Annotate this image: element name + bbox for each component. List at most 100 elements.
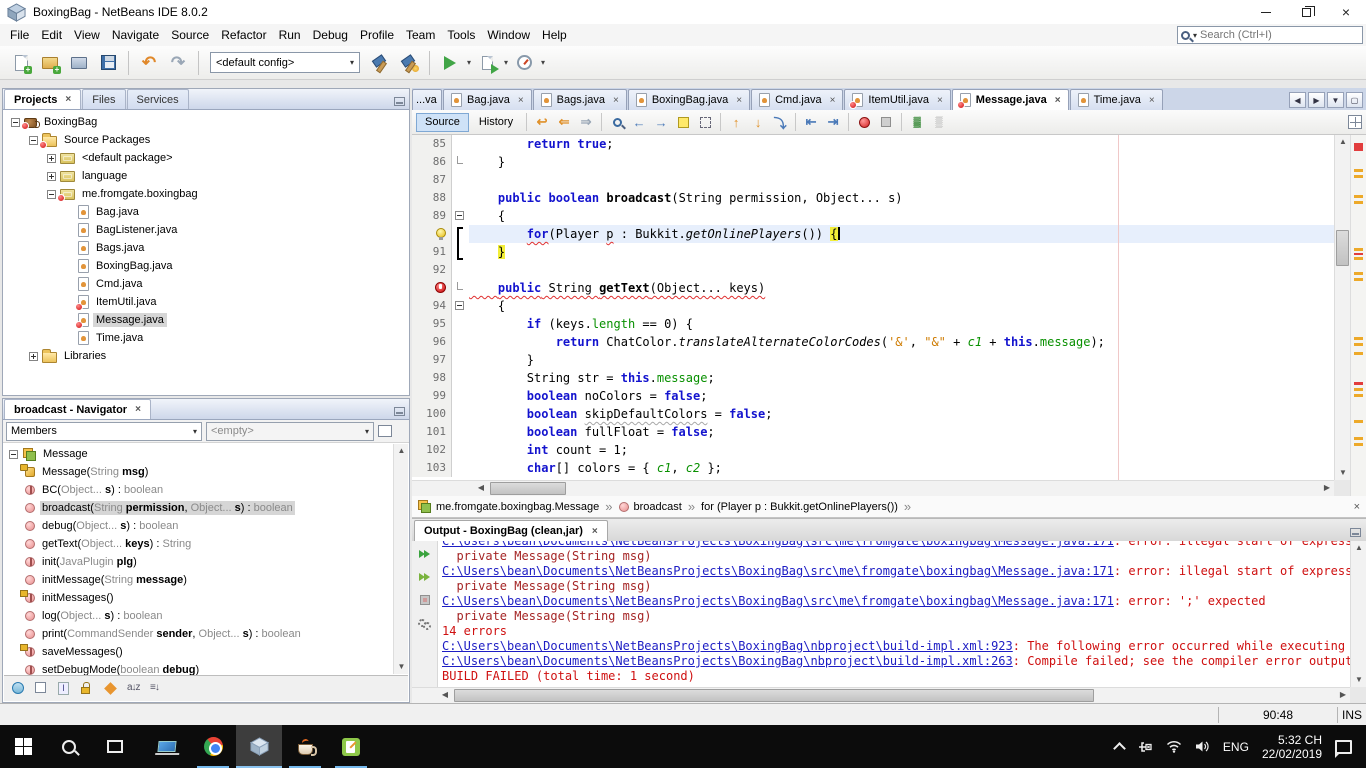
rerun-build-icon[interactable] bbox=[416, 546, 434, 562]
menu-view[interactable]: View bbox=[68, 25, 106, 45]
menu-navigate[interactable]: Navigate bbox=[106, 25, 165, 45]
expand-icon[interactable] bbox=[47, 172, 56, 181]
line-number[interactable]: 100 bbox=[412, 405, 452, 423]
error-stripe-mark[interactable] bbox=[1354, 257, 1363, 260]
tab-files[interactable]: Files bbox=[82, 89, 125, 109]
line-number[interactable]: 91 bbox=[412, 243, 452, 261]
undo-button[interactable]: ↶ bbox=[136, 50, 162, 76]
tree-item[interactable]: BoxingBag bbox=[3, 113, 409, 131]
code-text[interactable]: boolean skipDefaultColors = false; bbox=[469, 405, 1334, 423]
fold-column[interactable] bbox=[452, 171, 469, 189]
comment-icon[interactable]: ▓ bbox=[907, 112, 927, 132]
output-hscrollbar[interactable]: ◀ ▶ bbox=[412, 687, 1350, 703]
editor-tab-bagsjava[interactable]: Bags.java× bbox=[533, 89, 627, 110]
fold-column[interactable] bbox=[452, 207, 469, 225]
tab-projects[interactable]: Projects× bbox=[4, 89, 81, 109]
code-text[interactable]: char[] colors = { c1, c2 }; bbox=[469, 459, 1334, 477]
output-link[interactable]: C:\Users\bean\Documents\NetBeansProjects… bbox=[442, 564, 1114, 578]
error-stripe-mark[interactable] bbox=[1354, 248, 1363, 251]
filter-select[interactable]: <empty> ▾ bbox=[206, 422, 374, 441]
menu-profile[interactable]: Profile bbox=[354, 25, 400, 45]
error-stripe-mark[interactable] bbox=[1354, 420, 1363, 423]
line-number[interactable]: 88 bbox=[412, 189, 452, 207]
breadcrumb-item[interactable]: broadcast bbox=[619, 501, 682, 513]
error-stripe-mark[interactable] bbox=[1354, 195, 1363, 198]
error-stripe-mark[interactable] bbox=[1354, 272, 1363, 275]
minimize-panel-icon[interactable] bbox=[394, 97, 405, 106]
open-navigator-window-icon[interactable] bbox=[378, 425, 393, 438]
shift-left-icon[interactable]: ⇤ bbox=[801, 112, 821, 132]
menu-tools[interactable]: Tools bbox=[441, 25, 481, 45]
error-stripe-mark[interactable] bbox=[1354, 253, 1363, 255]
usb-icon[interactable] bbox=[1137, 740, 1153, 754]
fold-column[interactable] bbox=[452, 369, 469, 387]
code-text[interactable]: boolean noColors = false; bbox=[469, 387, 1334, 405]
task-view-button[interactable] bbox=[92, 725, 138, 768]
fold-column[interactable] bbox=[452, 189, 469, 207]
tree-item[interactable]: Cmd.java bbox=[3, 275, 409, 293]
scroll-tabs-left-icon[interactable]: ◀ bbox=[1289, 92, 1306, 108]
scroll-right-icon[interactable]: ▶ bbox=[1336, 688, 1350, 702]
fold-column[interactable] bbox=[452, 351, 469, 369]
close-icon[interactable]: × bbox=[613, 95, 619, 106]
error-stripe-mark[interactable] bbox=[1354, 143, 1363, 151]
editor-tab-va[interactable]: ...va bbox=[412, 89, 442, 110]
code-text[interactable]: return ChatColor.translateAlternateColor… bbox=[469, 333, 1334, 351]
rectangular-selection-icon[interactable] bbox=[695, 112, 715, 132]
output-link[interactable]: C:\Users\bean\Documents\NetBeansProjects… bbox=[442, 639, 1013, 653]
code-text[interactable] bbox=[469, 171, 1334, 189]
navigator-item[interactable]: BC(Object... s) : boolean bbox=[3, 481, 409, 499]
java-app-button[interactable] bbox=[282, 725, 328, 768]
action-center-icon[interactable] bbox=[1335, 740, 1352, 754]
language-indicator[interactable]: ENG bbox=[1223, 740, 1249, 754]
close-icon[interactable]: × bbox=[1354, 501, 1360, 513]
quick-search[interactable]: ▾ bbox=[1177, 26, 1363, 44]
rerun-with-args-icon[interactable] bbox=[416, 569, 434, 585]
scrollbar-thumb[interactable] bbox=[490, 482, 566, 495]
collapse-icon[interactable] bbox=[29, 136, 38, 145]
tab-list-dropdown-icon[interactable]: ▼ bbox=[1327, 92, 1344, 108]
forward-icon[interactable]: ⇒ bbox=[576, 112, 596, 132]
menu-file[interactable]: File bbox=[4, 25, 35, 45]
editor-tab-itemutiljava[interactable]: ItemUtil.java× bbox=[844, 89, 950, 110]
uncomment-icon[interactable]: ▒ bbox=[929, 112, 949, 132]
close-icon[interactable]: × bbox=[65, 94, 71, 105]
taskbar-clock[interactable]: 5:32 CH 22/02/2019 bbox=[1262, 733, 1322, 761]
line-number[interactable]: 85 bbox=[412, 135, 452, 153]
line-number[interactable]: 96 bbox=[412, 333, 452, 351]
find-selection-icon[interactable] bbox=[607, 112, 627, 132]
navigator-item[interactable]: initMessage(String message) bbox=[3, 571, 409, 589]
previous-bookmark-icon[interactable]: ↑ bbox=[726, 112, 746, 132]
next-bookmark-icon[interactable]: ↓ bbox=[748, 112, 768, 132]
navigator-scrollbar[interactable]: ▲ ▼ bbox=[393, 444, 408, 674]
error-stripe-mark[interactable] bbox=[1354, 352, 1363, 355]
collapse-icon[interactable] bbox=[11, 118, 20, 127]
start-macro-recording-icon[interactable] bbox=[854, 112, 874, 132]
close-icon[interactable]: × bbox=[830, 95, 836, 106]
navigator-item[interactable]: debug(Object... s) : boolean bbox=[3, 517, 409, 535]
tree-item[interactable]: Libraries bbox=[3, 347, 409, 365]
wifi-icon[interactable] bbox=[1166, 740, 1182, 753]
fold-column[interactable] bbox=[452, 261, 469, 279]
error-stripe-mark[interactable] bbox=[1354, 201, 1363, 204]
output-link[interactable]: C:\Users\bean\Documents\NetBeansProjects… bbox=[442, 541, 1114, 548]
error-annotation-icon[interactable] bbox=[412, 279, 452, 297]
navigator-item[interactable]: Message(String msg) bbox=[3, 463, 409, 481]
start-button[interactable] bbox=[0, 725, 46, 768]
chrome-button[interactable] bbox=[190, 725, 236, 768]
code-text[interactable]: if (keys.length == 0) { bbox=[469, 315, 1334, 333]
tree-item[interactable]: BoxingBag.java bbox=[3, 257, 409, 275]
scroll-up-icon[interactable]: ▲ bbox=[1335, 135, 1351, 149]
show-non-public-icon[interactable] bbox=[81, 682, 96, 695]
fold-column[interactable] bbox=[452, 387, 469, 405]
tree-item[interactable]: me.fromgate.boxingbag bbox=[3, 185, 409, 203]
line-number[interactable]: 94 bbox=[412, 297, 452, 315]
line-number[interactable]: 86 bbox=[412, 153, 452, 171]
source-view-button[interactable]: Source bbox=[416, 113, 469, 132]
tree-item[interactable]: Message.java bbox=[3, 311, 409, 329]
show-fields-icon[interactable] bbox=[35, 682, 50, 695]
line-number[interactable]: 101 bbox=[412, 423, 452, 441]
show-static-members-icon[interactable]: I bbox=[58, 682, 73, 695]
menu-window[interactable]: Window bbox=[481, 25, 536, 45]
fold-column[interactable] bbox=[452, 297, 469, 315]
